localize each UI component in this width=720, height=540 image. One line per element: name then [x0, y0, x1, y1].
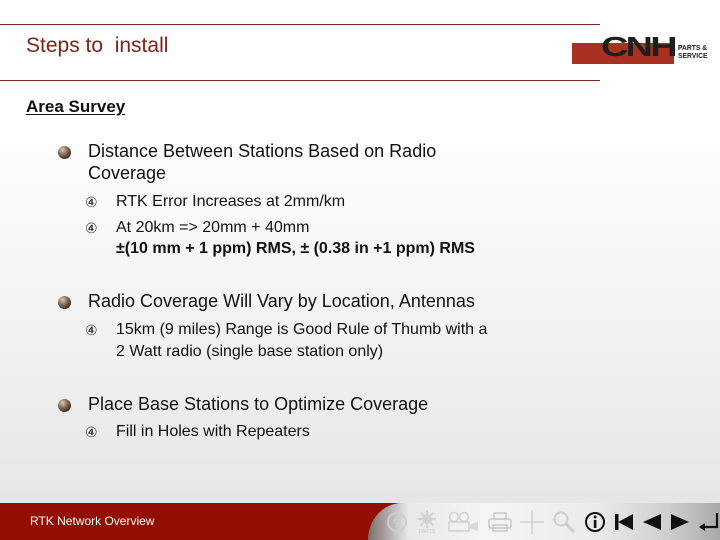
- return-icon[interactable]: [698, 509, 720, 535]
- section-title: Area Survey: [26, 97, 126, 116]
- print-icon[interactable]: [488, 509, 512, 535]
- first-page-icon[interactable]: [614, 509, 634, 535]
- sub-item-text: At 20km => 20mm + 40mm: [116, 219, 310, 236]
- logo-subtitle: PARTS & SERVICE: [678, 44, 708, 60]
- svg-text:?: ?: [393, 515, 401, 530]
- svg-text:PARTS: PARTS: [419, 529, 436, 534]
- bullet-1: Distance Between Stations Based on Radio…: [88, 140, 436, 184]
- sub-item-text-continued: 2 Watt radio (single base station only): [116, 343, 384, 360]
- crosshair-icon[interactable]: [520, 509, 544, 535]
- footer-label: RTK Network Overview: [30, 514, 155, 528]
- search-icon[interactable]: [552, 509, 576, 535]
- bullet-icon: [58, 399, 71, 412]
- header-bottom-rule: [0, 80, 600, 81]
- circled-marker-icon: ④: [85, 322, 98, 338]
- bullet-2-line-1: Radio Coverage Will Vary by Location, An…: [88, 291, 475, 311]
- bullet-icon: [58, 296, 71, 309]
- sub-item-text: Fill in Holes with Repeaters: [116, 423, 310, 440]
- circled-marker-icon: ④: [85, 220, 98, 236]
- bullet-3-line-1: Place Base Stations to Optimize Coverage: [88, 394, 429, 414]
- next-icon[interactable]: [670, 509, 690, 535]
- logo-subtitle-line2: SERVICE: [678, 51, 708, 60]
- circled-marker-icon: ④: [85, 424, 98, 440]
- info-icon[interactable]: [584, 509, 606, 535]
- bullet-1-line-1: Distance Between Stations Based on Radio: [88, 141, 437, 161]
- bullet-2: Radio Coverage Will Vary by Location, An…: [88, 290, 475, 312]
- previous-icon[interactable]: [642, 509, 662, 535]
- navigation-toolbar: ? PARTS: [368, 503, 720, 540]
- help-icon[interactable]: ?: [386, 509, 408, 535]
- logo-brand: CNH: [601, 31, 677, 62]
- bullet-1-line-2: Coverage: [88, 163, 167, 183]
- parts-gear-icon[interactable]: PARTS: [416, 509, 438, 535]
- bullet-3: Place Base Stations to Optimize Coverage: [88, 393, 428, 415]
- film-camera-icon[interactable]: [446, 509, 480, 535]
- cnh-logo: CNH PARTS & SERVICE: [572, 33, 720, 67]
- sub-item-text: 15km (9 miles) Range is Good Rule of Thu…: [116, 321, 488, 338]
- sub-item-accuracy-text: ±(10 mm + 1 ppm) RMS, ± (0.38 in +1 ppm)…: [116, 240, 475, 257]
- sub-item-text: RTK Error Increases at 2mm/km: [116, 193, 346, 210]
- header-top-rule: [0, 24, 600, 25]
- circled-marker-icon: ④: [85, 194, 98, 210]
- bullet-icon: [58, 146, 71, 159]
- page-title: Steps to install: [26, 34, 169, 57]
